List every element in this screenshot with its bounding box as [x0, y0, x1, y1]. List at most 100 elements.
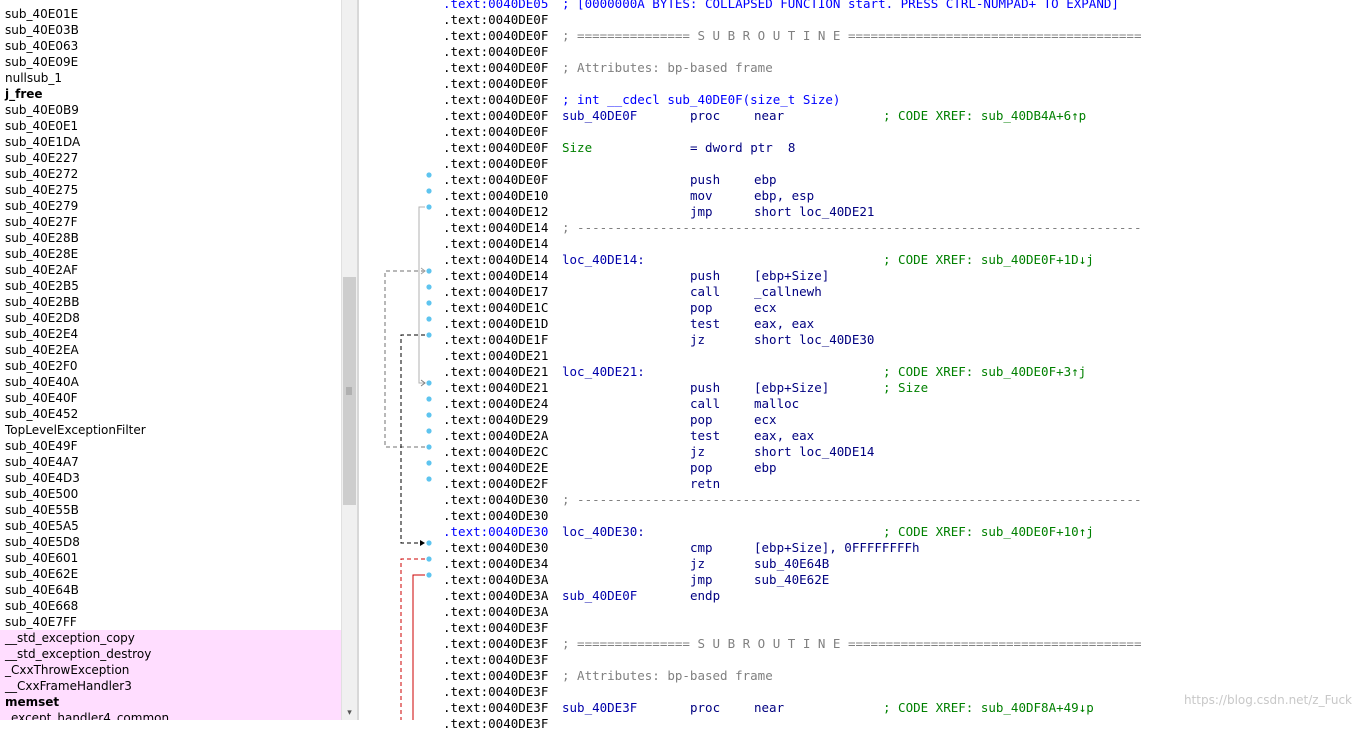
function-list-item[interactable]: _CxxThrowException — [0, 662, 341, 678]
disasm-line[interactable]: .text:0040DE14 ; ------------------------… — [359, 220, 1259, 236]
disasm-line[interactable]: .text:0040DE14 — [359, 236, 1259, 252]
disasm-line[interactable]: .text:0040DE2C jz short loc_40DE14 — [359, 444, 1259, 460]
function-list-item[interactable]: sub_40E28E — [0, 246, 341, 262]
disasm-line[interactable]: .text:0040DE0F — [359, 76, 1259, 92]
disasm-line[interactable]: .text:0040DE21 push [ebp+Size] ; Size — [359, 380, 1259, 396]
functions-scrollbar[interactable]: ▾ — [341, 0, 357, 720]
function-list-item[interactable]: sub_40E28B — [0, 230, 341, 246]
disasm-line[interactable]: .text:0040DE2E pop ebp — [359, 460, 1259, 476]
function-list-item[interactable]: sub_40E27F — [0, 214, 341, 230]
disasm-line[interactable]: .text:0040DE30 loc_40DE30: ; CODE XREF: su… — [359, 524, 1259, 540]
disasm-line[interactable]: .text:0040DE0F — [359, 124, 1259, 140]
function-list-item[interactable]: __CxxFrameHandler3 — [0, 678, 341, 694]
function-list-item[interactable]: nullsub_1 — [0, 70, 341, 86]
function-list-item[interactable]: sub_40E063 — [0, 38, 341, 54]
function-list-item[interactable]: sub_40E03B — [0, 22, 341, 38]
disasm-line[interactable]: .text:0040DE34 jz sub_40E64B — [359, 556, 1259, 572]
disasm-line[interactable]: .text:0040DE1D test eax, eax — [359, 316, 1259, 332]
disasm-line[interactable]: .text:0040DE3F — [359, 684, 1259, 700]
disasm-line[interactable]: .text:0040DE3F — [359, 620, 1259, 636]
disasm-line[interactable]: .text:0040DE0F sub_40DE0F proc near ; CODE X… — [359, 108, 1259, 124]
function-list-item[interactable]: _except_handler4_common — [0, 710, 341, 720]
function-list-item[interactable]: sub_40E49F — [0, 438, 341, 454]
disasm-line[interactable]: .text:0040DE3A — [359, 604, 1259, 620]
function-list-item[interactable]: sub_40E7FF — [0, 614, 341, 630]
function-list-item[interactable]: sub_40E0E1 — [0, 118, 341, 134]
function-list-item[interactable]: sub_40E2EA — [0, 342, 341, 358]
function-list-item[interactable]: sub_40E2E4 — [0, 326, 341, 342]
function-list-item[interactable]: sub_40E2AF — [0, 262, 341, 278]
function-list-item[interactable]: __std_exception_copy — [0, 630, 341, 646]
function-list-item[interactable]: sub_40E0B9 — [0, 102, 341, 118]
disasm-line[interactable]: .text:0040DE3A jmp sub_40E62E — [359, 572, 1259, 588]
disasm-line[interactable]: .text:0040DE0F — [359, 44, 1259, 60]
function-list-item[interactable]: sub_40E2F0 — [0, 358, 341, 374]
disasm-line[interactable]: .text:0040DE0F ; Attributes: bp-based fra… — [359, 60, 1259, 76]
disasm-line[interactable]: .text:0040DE2A test eax, eax — [359, 428, 1259, 444]
function-list-item[interactable]: sub_40E2D8 — [0, 310, 341, 326]
disasm-line[interactable]: .text:0040DE0F Size = dword ptr 8 — [359, 140, 1259, 156]
disasm-line[interactable]: .text:0040DE14 push [ebp+Size] — [359, 268, 1259, 284]
function-list-item[interactable]: sub_40E5D8 — [0, 534, 341, 550]
function-list-item[interactable]: sub_40E55B — [0, 502, 341, 518]
function-list-item[interactable]: sub_40E2BB — [0, 294, 341, 310]
separator-comment: ; =============== S U B R O U T I N E ==… — [562, 28, 1142, 43]
disasm-line[interactable]: .text:0040DE2F retn — [359, 476, 1259, 492]
disasm-line[interactable]: .text:0040DE0F ; =============== S U B R … — [359, 28, 1259, 44]
disasm-line[interactable]: .text:0040DE10 mov ebp, esp — [359, 188, 1259, 204]
disassembly-view[interactable]: .text:0040DE05 ; [0000000A BYTES: COLLAPS… — [359, 0, 1358, 731]
function-list-item[interactable]: sub_40E668 — [0, 598, 341, 614]
function-list-item[interactable]: sub_40E01E — [0, 6, 341, 22]
disasm-line[interactable]: .text:0040DE3F sub_40DE3F proc near ; CODE X… — [359, 700, 1259, 716]
function-list-item[interactable]: sub_40E227 — [0, 150, 341, 166]
function-list-item[interactable]: sub_40E275 — [0, 182, 341, 198]
disasm-line[interactable]: .text:0040DE21 loc_40DE21: ; CODE XREF: su… — [359, 364, 1259, 380]
function-list-item[interactable]: sub_40E40F — [0, 390, 341, 406]
scrollbar-thumb[interactable] — [343, 277, 356, 505]
function-list-item[interactable]: sub_40E09E — [0, 54, 341, 70]
function-list-item[interactable]: sub_40E1DA — [0, 134, 341, 150]
address: .text:0040DE3F — [443, 668, 549, 683]
function-list-item[interactable]: sub_40E452 — [0, 406, 341, 422]
function-list-item[interactable]: j_free — [0, 86, 341, 102]
disasm-line[interactable]: .text:0040DE3A sub_40DE0F endp — [359, 588, 1259, 604]
function-list-item[interactable]: __std_exception_destroy — [0, 646, 341, 662]
address: .text:0040DE21 — [443, 380, 549, 395]
function-list-item[interactable]: sub_40E4A7 — [0, 454, 341, 470]
function-list-item[interactable]: sub_40E64B — [0, 582, 341, 598]
function-list-item[interactable]: sub_40E40A — [0, 374, 341, 390]
function-list-item[interactable]: sub_40E4D3 — [0, 470, 341, 486]
disasm-line[interactable]: .text:0040DE3F ; Attributes: bp-based fra… — [359, 668, 1259, 684]
function-list-item[interactable]: sub_40E500 — [0, 486, 341, 502]
disasm-line[interactable]: .text:0040DE1C pop ecx — [359, 300, 1259, 316]
disasm-line[interactable]: .text:0040DE0F push ebp — [359, 172, 1259, 188]
disasm-line[interactable]: .text:0040DE21 — [359, 348, 1259, 364]
disasm-line[interactable]: .text:0040DE14 loc_40DE14: ; CODE XREF: su… — [359, 252, 1259, 268]
function-list-item[interactable]: sub_40E272 — [0, 166, 341, 182]
disasm-line[interactable]: .text:0040DE3F — [359, 652, 1259, 668]
mnemonic: pop — [690, 460, 713, 475]
disasm-line[interactable]: .text:0040DE05 ; [0000000A BYTES: COLLAPS… — [359, 0, 1259, 12]
function-list-item[interactable]: sub_40E601 — [0, 550, 341, 566]
disasm-line[interactable]: .text:0040DE30 ; ------------------------… — [359, 492, 1259, 508]
disasm-line[interactable]: .text:0040DE30 cmp [ebp+Size], 0FFFFFFFFh — [359, 540, 1259, 556]
function-list-item[interactable]: sub_40E279 — [0, 198, 341, 214]
disasm-line[interactable]: .text:0040DE30 — [359, 508, 1259, 524]
disasm-line[interactable]: .text:0040DE0F ; int __cdecl sub_40DE0F(s… — [359, 92, 1259, 108]
disasm-line[interactable]: .text:0040DE17 call _callnewh — [359, 284, 1259, 300]
disasm-line[interactable]: .text:0040DE0F — [359, 12, 1259, 28]
function-list-item[interactable]: TopLevelExceptionFilter — [0, 422, 341, 438]
function-list-item[interactable]: sub_40E5A5 — [0, 518, 341, 534]
function-list-item[interactable]: sub_40E2B5 — [0, 278, 341, 294]
disasm-line[interactable]: .text:0040DE3F ; =============== S U B R … — [359, 636, 1259, 652]
disasm-line[interactable]: .text:0040DE0F — [359, 156, 1259, 172]
function-list-item[interactable]: sub_40E62E — [0, 566, 341, 582]
scroll-down-arrow-icon[interactable]: ▾ — [342, 706, 357, 720]
disasm-line[interactable]: .text:0040DE3F — [359, 716, 1259, 732]
function-list-item[interactable]: memset — [0, 694, 341, 710]
disasm-line[interactable]: .text:0040DE1F jz short loc_40DE30 — [359, 332, 1259, 348]
disasm-line[interactable]: .text:0040DE24 call malloc — [359, 396, 1259, 412]
disasm-line[interactable]: .text:0040DE29 pop ecx — [359, 412, 1259, 428]
operand: ebp — [754, 460, 777, 475]
disasm-line[interactable]: .text:0040DE12 jmp short loc_40DE21 — [359, 204, 1259, 220]
